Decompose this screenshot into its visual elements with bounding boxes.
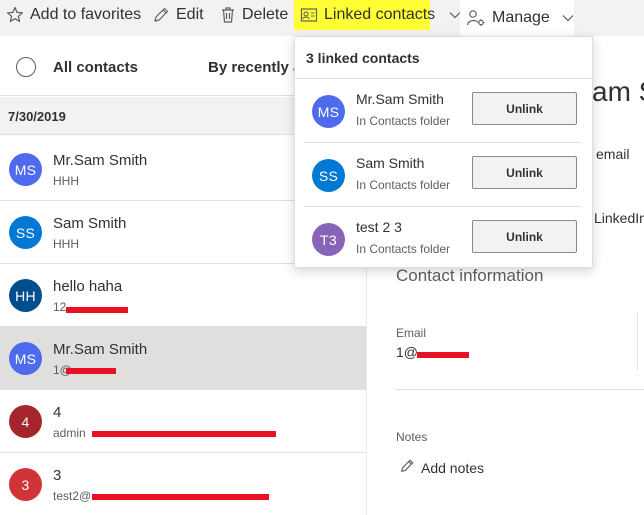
- redaction-mark: [66, 368, 116, 374]
- select-all-checkbox[interactable]: [16, 57, 36, 77]
- contact-name: hello haha: [53, 278, 123, 295]
- person-gear-icon: [466, 9, 486, 27]
- edit-label: Edit: [176, 6, 204, 23]
- notes-label: Notes: [396, 430, 428, 444]
- unlink-button[interactable]: Unlink: [472, 156, 577, 189]
- avatar: 3: [9, 468, 42, 501]
- linked-contact-item: MS Mr.Sam Smith In Contacts folder Unlin…: [295, 79, 592, 143]
- date-group-label: 7/30/2019: [8, 109, 66, 124]
- contact-subtitle: test2@: [53, 489, 92, 503]
- linkedin-action[interactable]: LinkedIn: [594, 210, 644, 226]
- redaction-mark: [92, 494, 269, 500]
- linked-contact-name: test 2 3: [356, 219, 402, 235]
- linked-contacts-popup: 3 linked contacts MS Mr.Sam Smith In Con…: [294, 36, 593, 268]
- avatar: HH: [9, 279, 42, 312]
- contact-row-selected[interactable]: MS Mr.Sam Smith 1@: [0, 327, 366, 390]
- redaction-mark: [66, 307, 128, 313]
- manage-button[interactable]: Manage: [460, 0, 574, 36]
- pencil-icon: [152, 6, 170, 24]
- divider: [637, 312, 638, 370]
- manage-label: Manage: [492, 9, 550, 26]
- add-to-favorites-button[interactable]: Add to favorites: [6, 0, 141, 30]
- avatar: T3: [312, 223, 345, 256]
- linked-contacts-button[interactable]: Linked contacts: [294, 0, 467, 30]
- contact-row[interactable]: 3 3 test2@: [0, 453, 366, 515]
- pencil-icon: [399, 458, 415, 477]
- redaction-mark: [417, 352, 469, 358]
- contact-card-icon: [300, 6, 318, 24]
- linked-contact-name: Mr.Sam Smith: [356, 91, 444, 107]
- contact-subtitle: HHH: [53, 174, 79, 188]
- sort-dropdown[interactable]: By recently a: [208, 59, 301, 76]
- contact-name: 4: [53, 404, 62, 421]
- linked-contact-folder: In Contacts folder: [356, 242, 451, 256]
- contact-name: Mr.Sam Smith: [53, 341, 148, 358]
- contact-display-name: am S: [592, 76, 644, 107]
- contact-name: Mr.Sam Smith: [53, 152, 148, 169]
- star-icon: [6, 6, 24, 24]
- unlink-button[interactable]: Unlink: [472, 92, 577, 125]
- command-toolbar: Add to favorites Edit Delete Linked cont…: [0, 0, 644, 36]
- avatar: MS: [312, 95, 345, 128]
- add-notes-label: Add notes: [421, 459, 485, 476]
- trash-icon: [220, 6, 236, 24]
- contact-row[interactable]: HH hello haha 12: [0, 264, 366, 327]
- linked-contact-folder: In Contacts folder: [356, 114, 451, 128]
- email-label: Email: [396, 326, 427, 340]
- contact-subtitle: HHH: [53, 237, 79, 251]
- avatar: MS: [9, 153, 42, 186]
- delete-label: Delete: [242, 6, 289, 23]
- email-value[interactable]: 1@: [396, 344, 418, 360]
- avatar: 4: [9, 405, 42, 438]
- linked-contact-name: Sam Smith: [356, 155, 425, 171]
- contact-name: Sam Smith: [53, 215, 127, 232]
- avatar: SS: [312, 159, 345, 192]
- linked-contacts-label: Linked contacts: [324, 6, 436, 23]
- add-notes-button[interactable]: Add notes: [399, 458, 484, 477]
- redaction-mark: [92, 431, 276, 437]
- all-contacts-label: All contacts: [53, 59, 139, 76]
- avatar: MS: [9, 342, 42, 375]
- popup-title: 3 linked contacts: [306, 50, 420, 66]
- chevron-down-icon: [562, 14, 574, 22]
- unlink-button[interactable]: Unlink: [472, 220, 577, 253]
- linked-contact-item: SS Sam Smith In Contacts folder Unlink: [295, 143, 592, 207]
- divider: [396, 389, 644, 390]
- contact-subtitle: 12: [53, 300, 67, 314]
- contact-subtitle: admin: [53, 426, 86, 440]
- linked-contact-item: T3 test 2 3 In Contacts folder Unlink: [295, 207, 592, 271]
- avatar: SS: [9, 216, 42, 249]
- contact-name: 3: [53, 467, 62, 484]
- edit-button[interactable]: Edit: [152, 0, 204, 30]
- add-to-favorites-label: Add to favorites: [30, 6, 142, 23]
- delete-button[interactable]: Delete: [220, 0, 288, 30]
- email-action[interactable]: email: [596, 146, 629, 162]
- contact-row[interactable]: 4 4 admin: [0, 390, 366, 453]
- linked-contact-folder: In Contacts folder: [356, 178, 451, 192]
